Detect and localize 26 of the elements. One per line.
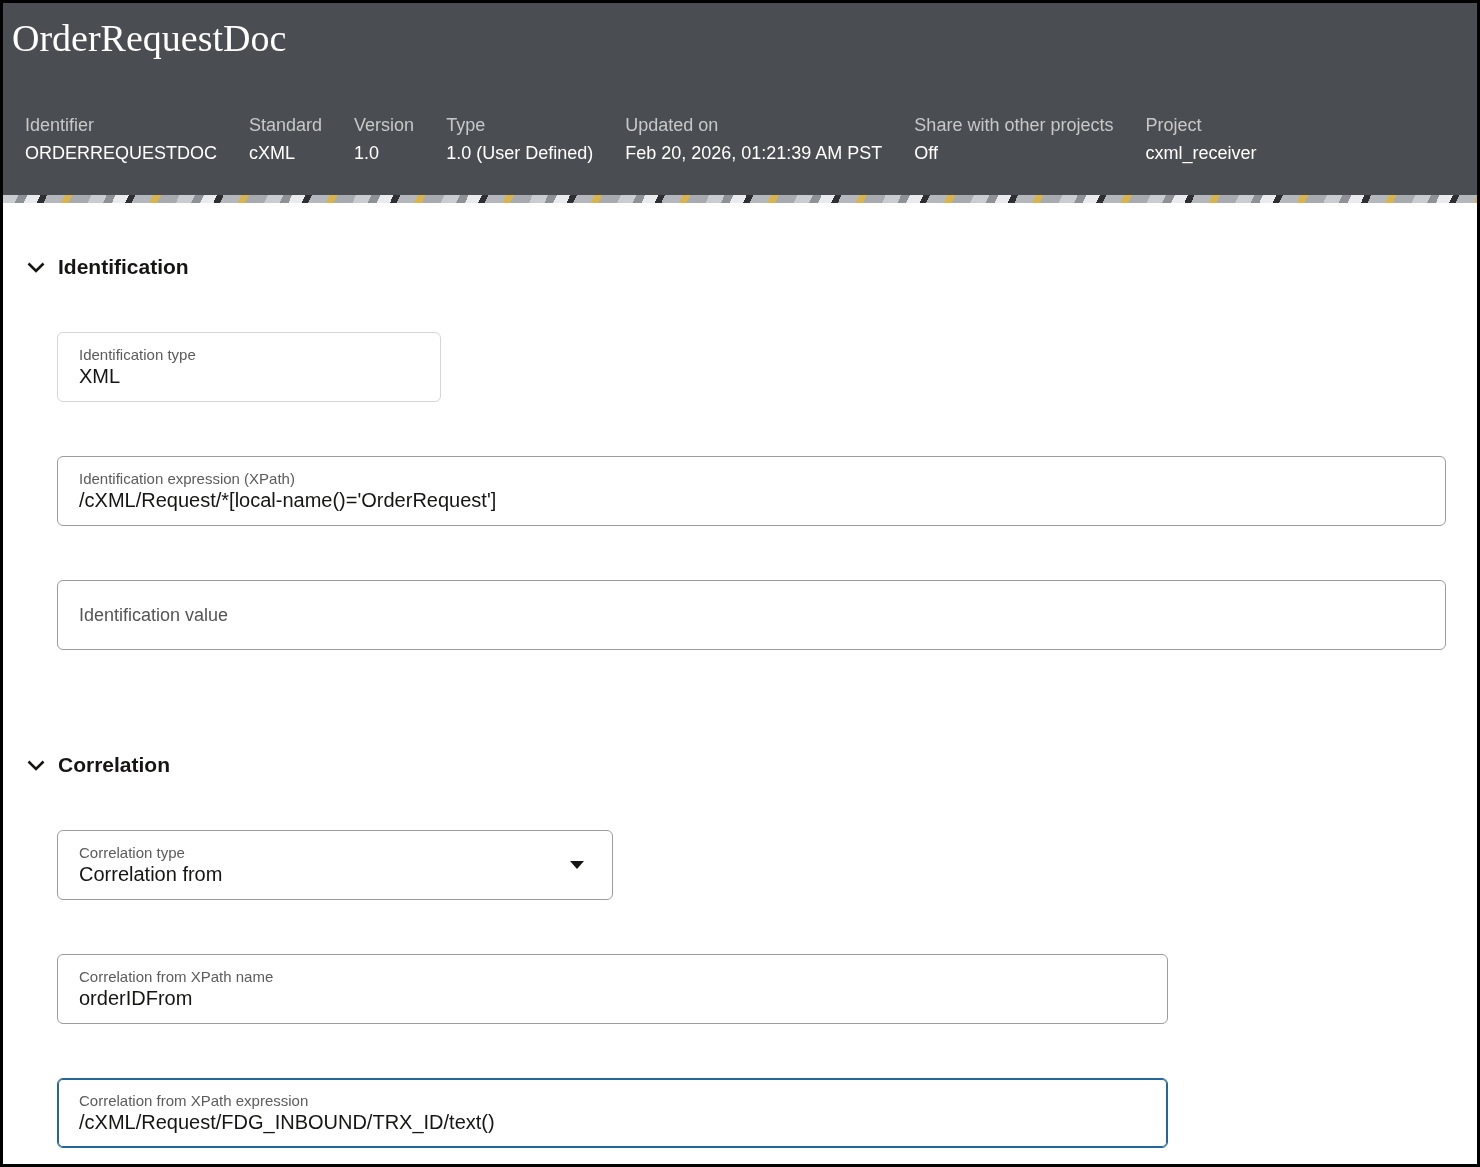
page-title: OrderRequestDoc	[12, 16, 287, 61]
meta-value: cxml_receiver	[1145, 142, 1257, 166]
meta-label: Version	[354, 114, 415, 137]
meta-value: Off	[914, 142, 939, 165]
dropdown-field[interactable]: Correlation type Correlation from	[57, 830, 613, 900]
meta-value: ORDERREQUESTDOC	[25, 142, 217, 165]
text-field[interactable]: Identification expression (XPath) /cXML/Request/*[local-name()='OrderRequest']	[57, 456, 1446, 526]
chevron-down-icon	[27, 759, 45, 771]
input-field[interactable]: Identification value	[57, 580, 1446, 650]
meta-value: 1.0	[354, 142, 380, 165]
meta-label: Project	[1145, 114, 1202, 137]
text-field[interactable]: Correlation from XPath name orderIDFrom	[57, 954, 1168, 1024]
text-field[interactable]: Correlation from XPath expression /cXML/Request/FDG_INBOUND/TRX_ID/text()	[57, 1078, 1168, 1148]
meta-label: Type	[446, 114, 486, 137]
text-field[interactable]: Identification type XML	[57, 332, 441, 402]
section-header[interactable]: Identification	[27, 247, 189, 287]
meta-value: 1.0 (User Defined)	[446, 142, 594, 165]
meta-label: Identifier	[25, 114, 95, 137]
meta-label: Updated on	[625, 114, 719, 137]
meta-value: Feb 20, 2026, 01:21:39 AM PST	[625, 142, 883, 165]
caret-down-icon	[570, 861, 584, 869]
chevron-down-icon	[27, 261, 45, 273]
meta-label: Standard	[249, 114, 323, 137]
meta-value: cXML	[249, 142, 296, 165]
section-header[interactable]: Correlation	[27, 745, 170, 785]
meta-label: Share with other projects	[914, 114, 1114, 137]
